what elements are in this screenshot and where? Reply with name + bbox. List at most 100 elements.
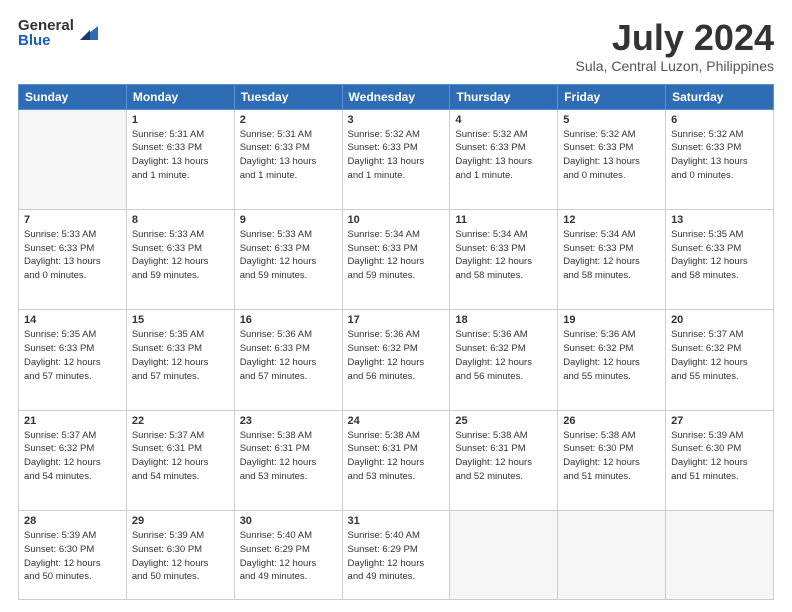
logo-text: General Blue (18, 18, 74, 48)
day-info: Sunrise: 5:39 AMSunset: 6:30 PMDaylight:… (24, 529, 121, 584)
day-info: Sunrise: 5:37 AMSunset: 6:32 PMDaylight:… (24, 429, 121, 484)
day-info: Sunrise: 5:36 AMSunset: 6:32 PMDaylight:… (455, 328, 552, 383)
calendar-table: Sunday Monday Tuesday Wednesday Thursday… (18, 84, 774, 600)
week-row-3: 14 Sunrise: 5:35 AMSunset: 6:33 PMDayligh… (19, 310, 774, 410)
table-row (558, 510, 666, 599)
day-number: 18 (455, 314, 552, 326)
day-info: Sunrise: 5:40 AMSunset: 6:29 PMDaylight:… (348, 529, 445, 584)
table-row: 10 Sunrise: 5:34 AMSunset: 6:33 PMDayligh… (342, 209, 450, 309)
col-tuesday: Tuesday (234, 84, 342, 109)
week-row-2: 7 Sunrise: 5:33 AMSunset: 6:33 PMDaylight… (19, 209, 774, 309)
table-row: 19Sunrise: 5:36 AMSunset: 6:32 PMDayligh… (558, 310, 666, 410)
table-row: 14 Sunrise: 5:35 AMSunset: 6:33 PMDayligh… (19, 310, 127, 410)
day-info: Sunrise: 5:36 AMSunset: 6:32 PMDaylight:… (348, 328, 445, 383)
table-row: 22Sunrise: 5:37 AMSunset: 6:31 PMDayligh… (126, 410, 234, 510)
day-info: Sunrise: 5:32 AMSunset: 6:33 PMDaylight:… (671, 128, 768, 183)
table-row: 17 Sunrise: 5:36 AMSunset: 6:32 PMDayligh… (342, 310, 450, 410)
col-saturday: Saturday (666, 84, 774, 109)
table-row: 5 Sunrise: 5:32 AMSunset: 6:33 PMDaylight… (558, 109, 666, 209)
day-info: Sunrise: 5:36 AMSunset: 6:32 PMDaylight:… (563, 328, 660, 383)
day-number: 5 (563, 114, 660, 126)
day-number: 14 (24, 314, 121, 326)
day-info: Sunrise: 5:35 AMSunset: 6:33 PMDaylight:… (132, 328, 229, 383)
table-row: 24Sunrise: 5:38 AMSunset: 6:31 PMDayligh… (342, 410, 450, 510)
day-info: Sunrise: 5:38 AMSunset: 6:31 PMDaylight:… (240, 429, 337, 484)
table-row: 16 Sunrise: 5:36 AMSunset: 6:33 PMDayligh… (234, 310, 342, 410)
table-row: 2 Sunrise: 5:31 AMSunset: 6:33 PMDaylight… (234, 109, 342, 209)
day-number: 28 (24, 515, 121, 527)
table-row: 31 Sunrise: 5:40 AMSunset: 6:29 PMDayligh… (342, 510, 450, 599)
day-info: Sunrise: 5:34 AMSunset: 6:33 PMDaylight:… (563, 228, 660, 283)
day-number: 21 (24, 415, 121, 427)
col-wednesday: Wednesday (342, 84, 450, 109)
day-number: 2 (240, 114, 337, 126)
day-info: Sunrise: 5:33 AMSunset: 6:33 PMDaylight:… (240, 228, 337, 283)
day-number: 17 (348, 314, 445, 326)
logo-general: General (18, 18, 74, 33)
table-row: 21 Sunrise: 5:37 AMSunset: 6:32 PMDayligh… (19, 410, 127, 510)
table-row: 18 Sunrise: 5:36 AMSunset: 6:32 PMDayligh… (450, 310, 558, 410)
main-title: July 2024 (576, 18, 774, 58)
day-info: Sunrise: 5:35 AMSunset: 6:33 PMDaylight:… (24, 328, 121, 383)
day-info: Sunrise: 5:39 AMSunset: 6:30 PMDaylight:… (132, 529, 229, 584)
day-number: 15 (132, 314, 229, 326)
day-number: 24 (348, 415, 445, 427)
day-info: Sunrise: 5:33 AMSunset: 6:33 PMDaylight:… (132, 228, 229, 283)
day-info: Sunrise: 5:33 AMSunset: 6:33 PMDaylight:… (24, 228, 121, 283)
day-number: 13 (671, 214, 768, 226)
week-row-1: 1 Sunrise: 5:31 AMSunset: 6:33 PMDaylight… (19, 109, 774, 209)
day-number: 26 (563, 415, 660, 427)
table-row: 8 Sunrise: 5:33 AMSunset: 6:33 PMDaylight… (126, 209, 234, 309)
table-row: 29 Sunrise: 5:39 AMSunset: 6:30 PMDayligh… (126, 510, 234, 599)
logo: General Blue (18, 18, 98, 48)
day-number: 27 (671, 415, 768, 427)
col-sunday: Sunday (19, 84, 127, 109)
col-friday: Friday (558, 84, 666, 109)
day-info: Sunrise: 5:37 AMSunset: 6:31 PMDaylight:… (132, 429, 229, 484)
day-info: Sunrise: 5:34 AMSunset: 6:33 PMDaylight:… (455, 228, 552, 283)
logo-icon (76, 22, 98, 44)
logo-blue: Blue (18, 33, 74, 48)
table-row: 15 Sunrise: 5:35 AMSunset: 6:33 PMDayligh… (126, 310, 234, 410)
day-number: 12 (563, 214, 660, 226)
table-row: 11 Sunrise: 5:34 AMSunset: 6:33 PMDayligh… (450, 209, 558, 309)
day-info: Sunrise: 5:32 AMSunset: 6:33 PMDaylight:… (348, 128, 445, 183)
day-number: 4 (455, 114, 552, 126)
table-row: 4 Sunrise: 5:32 AMSunset: 6:33 PMDaylight… (450, 109, 558, 209)
day-info: Sunrise: 5:35 AMSunset: 6:33 PMDaylight:… (671, 228, 768, 283)
day-number: 31 (348, 515, 445, 527)
day-number: 10 (348, 214, 445, 226)
day-number: 11 (455, 214, 552, 226)
day-number: 20 (671, 314, 768, 326)
day-info: Sunrise: 5:37 AMSunset: 6:32 PMDaylight:… (671, 328, 768, 383)
day-number: 23 (240, 415, 337, 427)
subtitle: Sula, Central Luzon, Philippines (576, 58, 774, 74)
day-info: Sunrise: 5:40 AMSunset: 6:29 PMDaylight:… (240, 529, 337, 584)
day-info: Sunrise: 5:31 AMSunset: 6:33 PMDaylight:… (132, 128, 229, 183)
day-number: 9 (240, 214, 337, 226)
day-info: Sunrise: 5:39 AMSunset: 6:30 PMDaylight:… (671, 429, 768, 484)
table-row: 27 Sunrise: 5:39 AMSunset: 6:30 PMDayligh… (666, 410, 774, 510)
header-row: Sunday Monday Tuesday Wednesday Thursday… (19, 84, 774, 109)
day-info: Sunrise: 5:32 AMSunset: 6:33 PMDaylight:… (455, 128, 552, 183)
table-row (19, 109, 127, 209)
day-number: 8 (132, 214, 229, 226)
table-row: 6Sunrise: 5:32 AMSunset: 6:33 PMDaylight… (666, 109, 774, 209)
day-number: 29 (132, 515, 229, 527)
table-row: 25Sunrise: 5:38 AMSunset: 6:31 PMDayligh… (450, 410, 558, 510)
day-info: Sunrise: 5:34 AMSunset: 6:33 PMDaylight:… (348, 228, 445, 283)
table-row: 7 Sunrise: 5:33 AMSunset: 6:33 PMDaylight… (19, 209, 127, 309)
day-info: Sunrise: 5:31 AMSunset: 6:33 PMDaylight:… (240, 128, 337, 183)
day-number: 3 (348, 114, 445, 126)
table-row: 12 Sunrise: 5:34 AMSunset: 6:33 PMDayligh… (558, 209, 666, 309)
day-info: Sunrise: 5:36 AMSunset: 6:33 PMDaylight:… (240, 328, 337, 383)
table-row: 13 Sunrise: 5:35 AMSunset: 6:33 PMDayligh… (666, 209, 774, 309)
day-number: 16 (240, 314, 337, 326)
col-monday: Monday (126, 84, 234, 109)
table-row: 28 Sunrise: 5:39 AMSunset: 6:30 PMDayligh… (19, 510, 127, 599)
day-number: 1 (132, 114, 229, 126)
title-block: July 2024 Sula, Central Luzon, Philippin… (576, 18, 774, 74)
day-number: 7 (24, 214, 121, 226)
day-info: Sunrise: 5:32 AMSunset: 6:33 PMDaylight:… (563, 128, 660, 183)
table-row (666, 510, 774, 599)
